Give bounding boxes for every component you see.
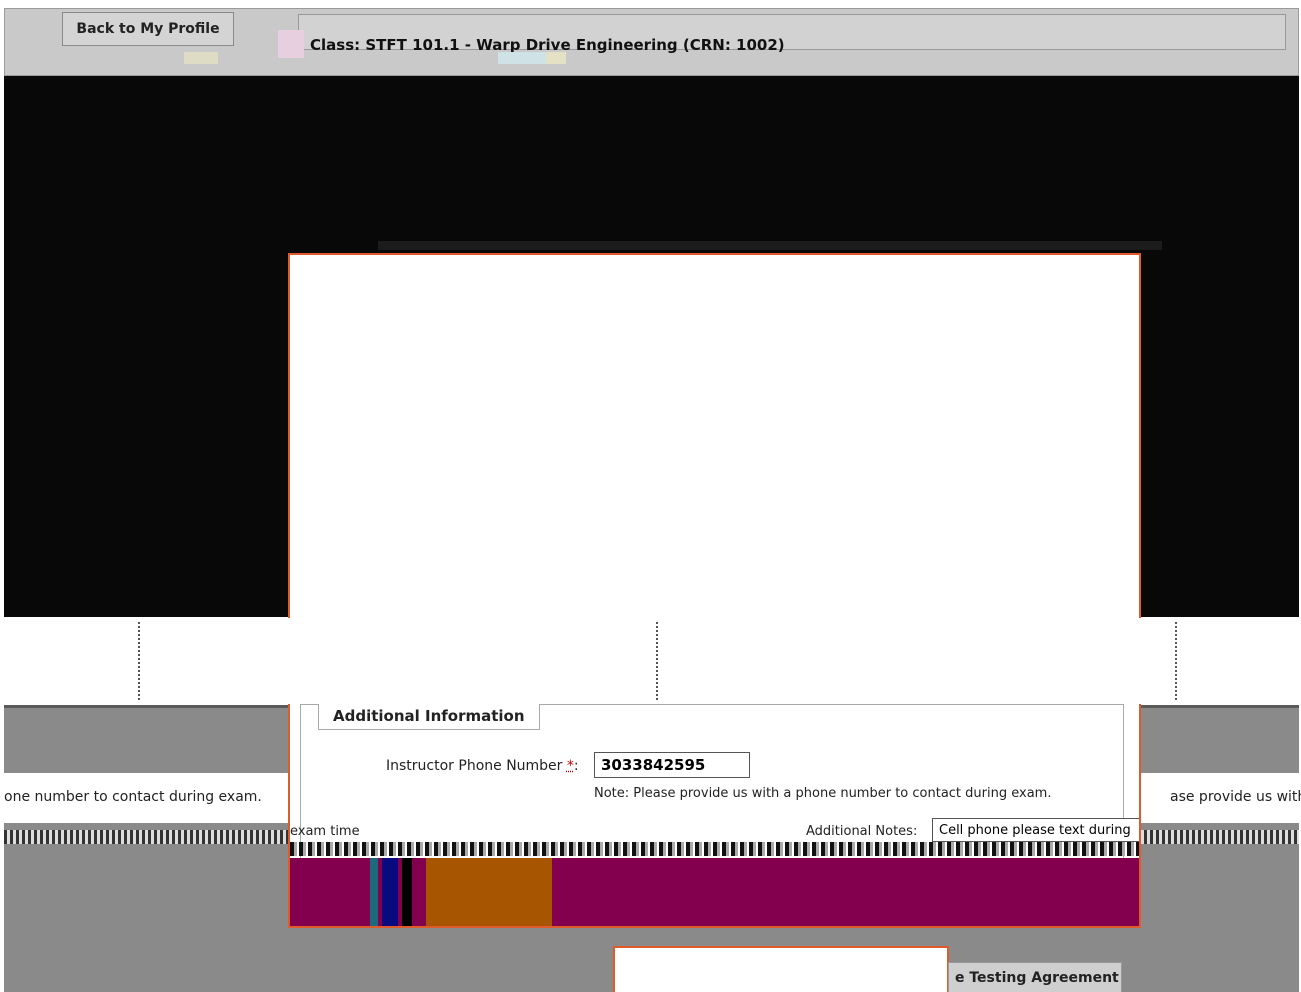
- background-note-right: ase provide us with a p: [1170, 789, 1301, 805]
- phone-note: Note: Please provide us with a phone num…: [594, 786, 1052, 801]
- render-noise-row: [290, 842, 1139, 856]
- phone-label-text: Instructor Phone Number: [386, 758, 567, 774]
- header-artifact: [546, 52, 566, 64]
- back-to-profile-button[interactable]: Back to My Profile: [62, 12, 234, 46]
- background-note-left: one number to contact during exam.: [4, 789, 262, 805]
- overlay-bar: [378, 241, 1162, 250]
- phone-label: Instructor Phone Number *:: [386, 758, 579, 774]
- testing-agreement-button[interactable]: e Testing Agreement: [948, 962, 1122, 992]
- instructor-phone-input[interactable]: [594, 752, 750, 778]
- header-artifact: [278, 30, 304, 58]
- exam-time-label: exam time: [290, 824, 360, 839]
- dotted-divider: [138, 622, 140, 700]
- required-marker: *: [566, 758, 574, 774]
- fieldset-legend: Additional Information: [318, 704, 540, 730]
- footer-segment: [382, 858, 398, 926]
- phone-label-suffix: :: [573, 758, 579, 774]
- modal-form: Additional Information Instructor Phone …: [288, 704, 1141, 928]
- additional-notes-label: Additional Notes:: [806, 824, 918, 839]
- dotted-divider: [1175, 622, 1177, 700]
- header-artifact: [184, 52, 218, 64]
- footer-segment: [402, 858, 412, 926]
- bottom-dialog: [613, 946, 949, 992]
- header-artifact: [498, 52, 546, 64]
- modal-dialog: [288, 253, 1141, 618]
- footer-segment: [370, 858, 378, 926]
- modal-footer-bar: [290, 858, 1139, 926]
- additional-notes-input[interactable]: [932, 818, 1139, 842]
- footer-segment: [426, 858, 552, 926]
- dotted-divider: [656, 622, 658, 700]
